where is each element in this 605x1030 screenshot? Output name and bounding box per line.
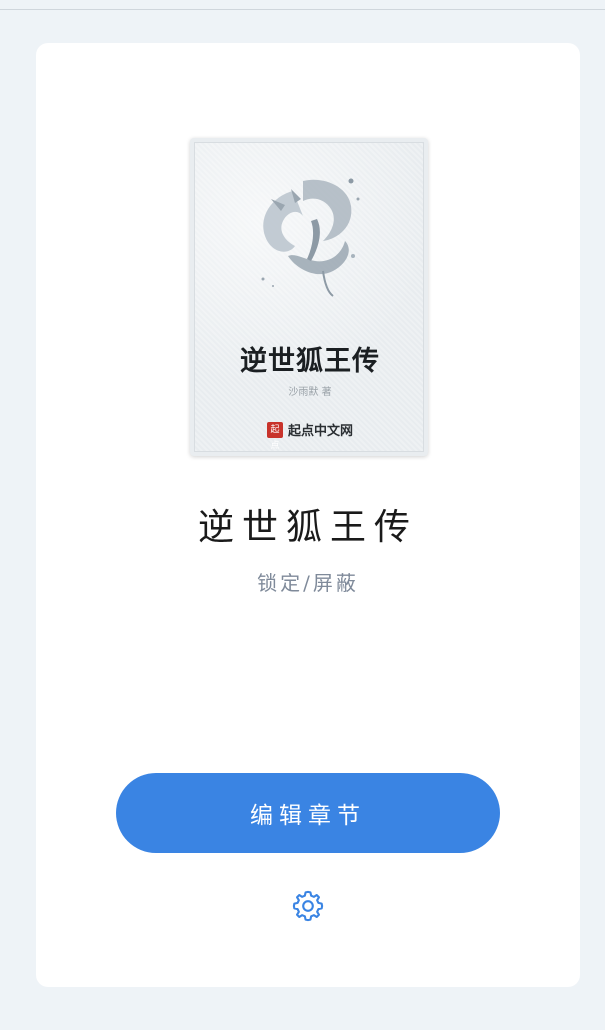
gear-icon	[292, 890, 324, 922]
cover-title: 逆世狐王传	[240, 346, 380, 377]
book-card: 逆世狐王传 沙雨默 著 起点 起点中文网 逆世狐王传 锁定/屏蔽 编辑章节	[36, 43, 580, 987]
publisher-logo-icon: 起点	[266, 421, 283, 451]
cover-author: 沙雨默 著	[288, 387, 332, 398]
settings-button[interactable]	[290, 888, 326, 924]
fox-illustration	[261, 178, 360, 297]
top-divider	[0, 0, 605, 10]
cover-artwork: 逆世狐王传 沙雨默 著 起点 起点中文网	[194, 142, 424, 452]
book-title: 逆世狐王传	[197, 507, 418, 548]
book-status: 锁定/屏蔽	[257, 571, 359, 595]
publisher-mark: 起点 起点中文网	[195, 420, 425, 451]
publisher-name: 起点中文网	[287, 424, 353, 439]
edit-chapters-button[interactable]: 编辑章节	[116, 773, 500, 853]
book-cover[interactable]: 逆世狐王传 沙雨默 著 起点 起点中文网	[190, 138, 428, 456]
